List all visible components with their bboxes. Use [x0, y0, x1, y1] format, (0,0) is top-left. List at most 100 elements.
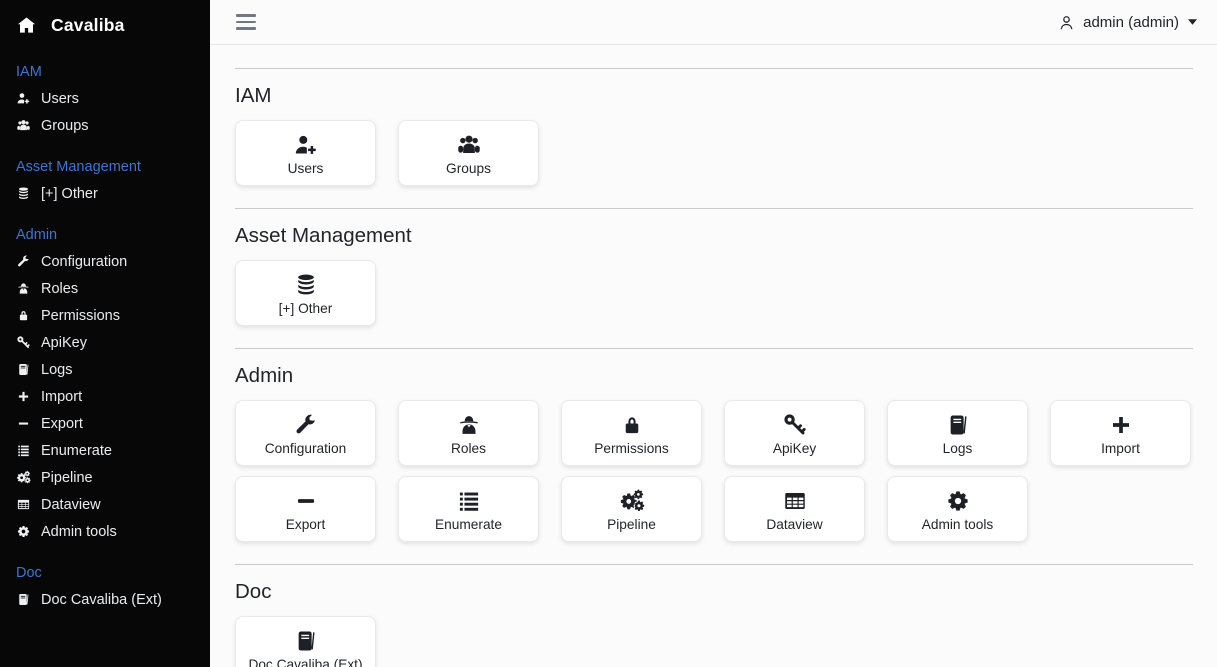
sidebar-item-roles[interactable]: Roles	[16, 275, 194, 302]
user-label: admin (admin)	[1083, 14, 1179, 31]
card-configuration[interactable]: Configuration	[235, 400, 376, 466]
user-menu[interactable]: admin (admin)	[1057, 13, 1197, 32]
database-icon	[293, 272, 319, 298]
app: Cavaliba IAM Users Groups Asset Management […	[0, 0, 1217, 667]
journal-icon	[16, 592, 31, 607]
sidebar-item-label: Pipeline	[41, 470, 93, 486]
section-title: Admin	[235, 364, 1193, 388]
card-label: Export	[286, 517, 326, 532]
person-icon	[1057, 13, 1076, 32]
caret-down-icon	[1188, 19, 1197, 25]
sidebar-item-export[interactable]: Export	[16, 410, 194, 437]
card-label: Groups	[446, 161, 491, 176]
sidebar-item-enumerate[interactable]: Enumerate	[16, 437, 194, 464]
sidebar-item-label: Admin tools	[41, 524, 117, 540]
card-permissions[interactable]: Permissions	[561, 400, 702, 466]
card-admin-tools[interactable]: Admin tools	[887, 476, 1028, 542]
sidebar-section-label[interactable]: Admin	[16, 227, 194, 243]
card-pipeline[interactable]: Pipeline	[561, 476, 702, 542]
card-roles[interactable]: Roles	[398, 400, 539, 466]
sidebar-item-label: Users	[41, 91, 79, 107]
card-doc-cavaliba-ext[interactable]: Doc Cavaliba (Ext)	[235, 616, 376, 667]
person-plus-icon	[16, 91, 31, 106]
sidebar-item-users[interactable]: Users	[16, 85, 194, 112]
gear-icon	[945, 488, 971, 514]
person-plus-icon	[293, 132, 319, 158]
key-icon	[782, 412, 808, 438]
sidebar-item-pipeline[interactable]: Pipeline	[16, 464, 194, 491]
sidebar-section-asset-management: Asset Management [+] Other	[16, 159, 194, 207]
main-section-iam: IAMUsersGroups	[235, 68, 1193, 186]
lock-icon	[16, 308, 31, 323]
sidebar-item-label: [+] Other	[41, 186, 98, 202]
section-title: Asset Management	[235, 224, 1193, 248]
card-label: [+] Other	[279, 301, 333, 316]
wrench-icon	[293, 412, 319, 438]
card-export[interactable]: Export	[235, 476, 376, 542]
sidebar-item-apikey[interactable]: ApiKey	[16, 329, 194, 356]
database-icon	[16, 186, 31, 201]
sidebar-item-admin-tools[interactable]: Admin tools	[16, 518, 194, 545]
card-enumerate[interactable]: Enumerate	[398, 476, 539, 542]
card-grid: Configuration Roles Permissions ApiKey Logs I…	[235, 400, 1193, 542]
sidebar-item-import[interactable]: Import	[16, 383, 194, 410]
journal-icon	[945, 412, 971, 438]
card-label: Configuration	[265, 441, 346, 456]
card-label: Doc Cavaliba (Ext)	[248, 657, 362, 667]
sidebar-item-label: Enumerate	[41, 443, 112, 459]
wrench-icon	[16, 254, 31, 269]
card-users[interactable]: Users	[235, 120, 376, 186]
gear-icon	[16, 524, 31, 539]
section-title: Doc	[235, 580, 1193, 604]
brand[interactable]: Cavaliba	[16, 13, 194, 44]
card-import[interactable]: Import	[1050, 400, 1191, 466]
card-dataview[interactable]: Dataview	[724, 476, 865, 542]
incognito-icon	[16, 281, 31, 296]
menu-toggle-button[interactable]	[234, 10, 258, 33]
sidebar-item-dataview[interactable]: Dataview	[16, 491, 194, 518]
lock-icon	[619, 412, 645, 438]
sidebar-item-label: Doc Cavaliba (Ext)	[41, 592, 162, 608]
sidebar-item-label: Roles	[41, 281, 78, 297]
main-section-asset-management: Asset Management [+] Other	[235, 208, 1193, 326]
table-icon	[16, 497, 31, 512]
sidebar-item-label: Configuration	[41, 254, 127, 270]
section-divider	[235, 564, 1193, 565]
card-apikey[interactable]: ApiKey	[724, 400, 865, 466]
card-logs[interactable]: Logs	[887, 400, 1028, 466]
sidebar-item-label: Logs	[41, 362, 72, 378]
card-other[interactable]: [+] Other	[235, 260, 376, 326]
sidebar-item-label: Import	[41, 389, 82, 405]
gears-icon	[16, 470, 31, 485]
card-label: Dataview	[766, 517, 822, 532]
sidebar-item-label: Groups	[41, 118, 89, 134]
gears-icon	[619, 488, 645, 514]
sidebar-item-doc-cavaliba-ext[interactable]: Doc Cavaliba (Ext)	[16, 586, 194, 613]
sidebar-section-label[interactable]: Doc	[16, 565, 194, 581]
sidebar-item-label: Export	[41, 416, 83, 432]
card-label: Pipeline	[607, 517, 656, 532]
people-icon	[456, 132, 482, 158]
sidebar-section-label[interactable]: Asset Management	[16, 159, 194, 175]
dash-icon	[293, 488, 319, 514]
card-grid: Doc Cavaliba (Ext)	[235, 616, 1193, 667]
sidebar-section-label[interactable]: IAM	[16, 64, 194, 80]
sidebar-item-groups[interactable]: Groups	[16, 112, 194, 139]
content-column: admin (admin) IAMUsersGroupsAsset Manage…	[210, 0, 1217, 667]
brand-name: Cavaliba	[51, 15, 125, 36]
sidebar-nav: IAMUsersGroupsAsset Management[+] OtherA…	[16, 64, 194, 613]
section-divider	[235, 68, 1193, 69]
sidebar-item-permissions[interactable]: Permissions	[16, 302, 194, 329]
card-grid: [+] Other	[235, 260, 1193, 326]
main-content: IAMUsersGroupsAsset Management[+] OtherA…	[210, 45, 1217, 667]
card-groups[interactable]: Groups	[398, 120, 539, 186]
sidebar-item-label: ApiKey	[41, 335, 87, 351]
card-label: ApiKey	[773, 441, 816, 456]
card-grid: Users Groups	[235, 120, 1193, 186]
incognito-icon	[456, 412, 482, 438]
sidebar-section-iam: IAM Users Groups	[16, 64, 194, 139]
sidebar-item-configuration[interactable]: Configuration	[16, 248, 194, 275]
sidebar-item-other[interactable]: [+] Other	[16, 180, 194, 207]
sidebar-item-logs[interactable]: Logs	[16, 356, 194, 383]
card-label: Import	[1101, 441, 1140, 456]
